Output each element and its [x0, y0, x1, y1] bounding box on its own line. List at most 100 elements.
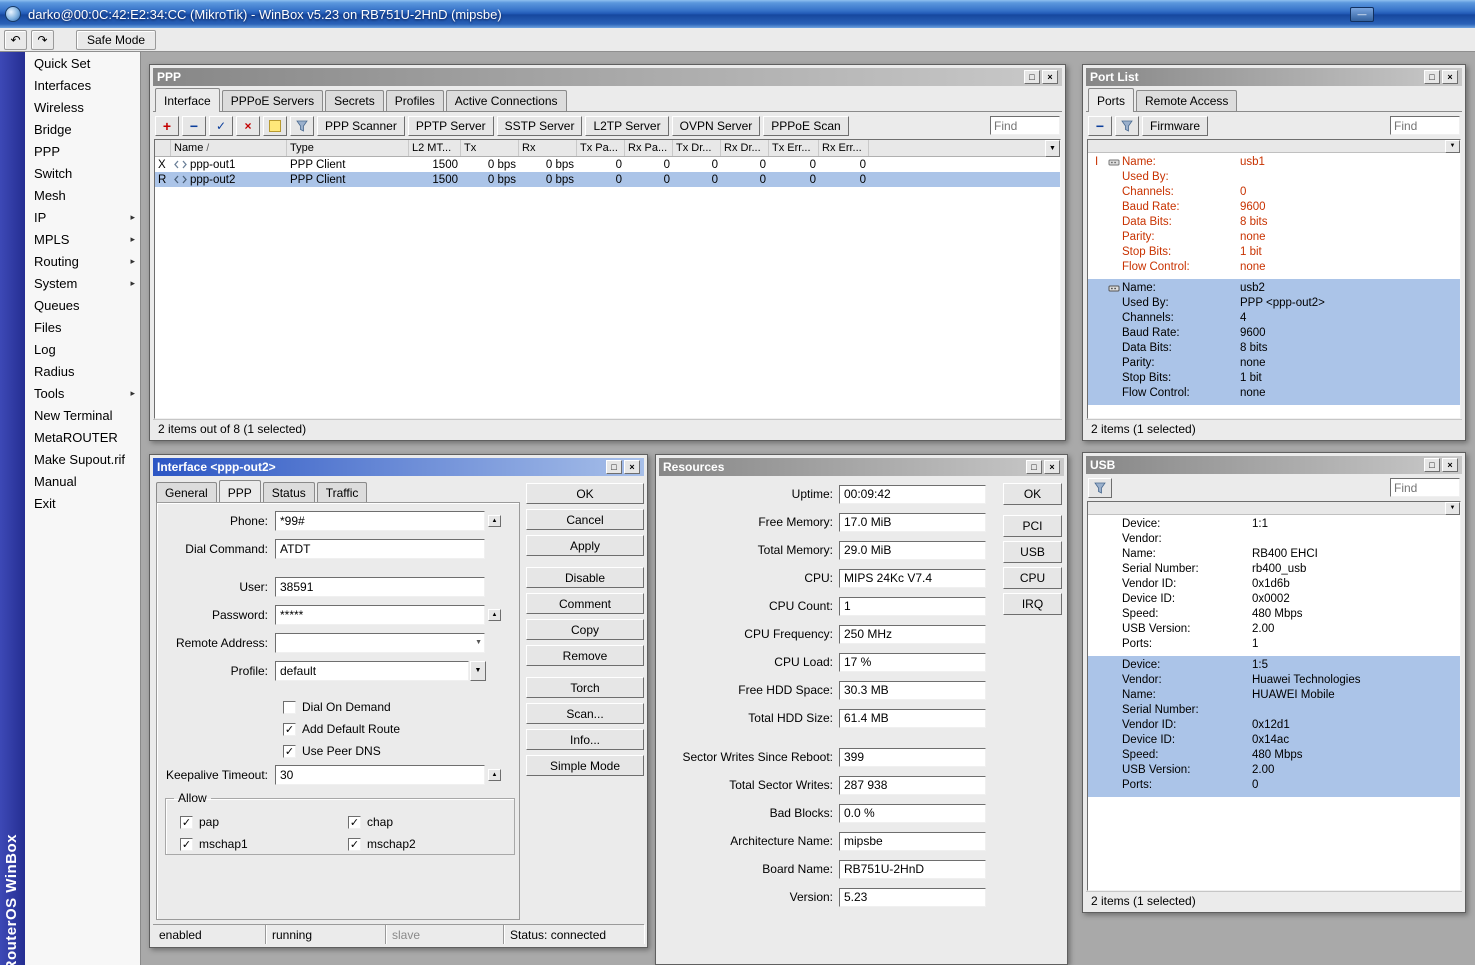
filter-button[interactable]: [1088, 478, 1112, 498]
comment-button[interactable]: Comment: [526, 593, 644, 614]
tab-profiles[interactable]: Profiles: [386, 90, 444, 111]
sidebar-item-routing[interactable]: Routing▸: [25, 250, 140, 272]
tab-secrets[interactable]: Secrets: [325, 90, 384, 111]
interface-dialog-titlebar[interactable]: Interface <ppp-out2> □ ×: [153, 458, 644, 476]
ppp-row-ppp-out2[interactable]: R ppp-out2 PPP Client 1500 0 bps 0 bps 0…: [155, 172, 1060, 187]
ppp-close-button[interactable]: ×: [1042, 70, 1058, 84]
port-item-usb1[interactable]: IName:usb1 Used By: Channels:0 Baud Rate…: [1088, 153, 1460, 279]
column-type[interactable]: Type: [287, 140, 409, 156]
port-list-maximize-button[interactable]: □: [1424, 70, 1440, 84]
safe-mode-button[interactable]: Safe Mode: [76, 30, 156, 50]
ppp-scanner-button[interactable]: PPP Scanner: [317, 116, 405, 136]
tab-general[interactable]: General: [156, 482, 217, 503]
remove-button[interactable]: Remove: [526, 645, 644, 666]
usb-titlebar[interactable]: USB □ ×: [1086, 456, 1462, 474]
sidebar-item-make-supout[interactable]: Make Supout.rif: [25, 448, 140, 470]
resources-close-button[interactable]: ×: [1044, 460, 1060, 474]
sidebar-item-queues[interactable]: Queues: [25, 294, 140, 316]
usb-maximize-button[interactable]: □: [1424, 458, 1440, 472]
cancel-button[interactable]: Cancel: [526, 509, 644, 530]
column-tx-packets[interactable]: Tx Pa...: [577, 140, 625, 156]
tab-traffic[interactable]: Traffic: [317, 482, 368, 503]
sidebar-item-files[interactable]: Files: [25, 316, 140, 338]
tab-ppp[interactable]: PPP: [219, 480, 261, 504]
phone-unset-button[interactable]: ▲: [488, 515, 501, 527]
sidebar-item-mpls[interactable]: MPLS▸: [25, 228, 140, 250]
add-button[interactable]: +: [155, 116, 179, 136]
ok-button[interactable]: OK: [1003, 483, 1062, 505]
sidebar-item-exit[interactable]: Exit: [25, 492, 140, 514]
password-unset-button[interactable]: ▲: [488, 609, 501, 621]
sidebar-item-bridge[interactable]: Bridge: [25, 118, 140, 140]
keepalive-input[interactable]: [275, 765, 485, 785]
pci-button[interactable]: PCI: [1003, 515, 1062, 537]
column-picker-button[interactable]: ▼: [1445, 502, 1460, 515]
port-list-titlebar[interactable]: Port List □ ×: [1086, 68, 1462, 86]
copy-button[interactable]: Copy: [526, 619, 644, 640]
simple-mode-button[interactable]: Simple Mode: [526, 755, 644, 776]
sidebar-item-tools[interactable]: Tools▸: [25, 382, 140, 404]
firmware-button[interactable]: Firmware: [1142, 116, 1208, 136]
undo-button[interactable]: ↶: [4, 30, 27, 50]
mschap1-checkbox[interactable]: ✓: [180, 838, 193, 851]
ovpn-server-button[interactable]: OVPN Server: [672, 116, 761, 136]
minimize-button[interactable]: —: [1350, 7, 1374, 22]
sidebar-item-mesh[interactable]: Mesh: [25, 184, 140, 206]
tab-active-connections[interactable]: Active Connections: [446, 90, 567, 111]
phone-input[interactable]: [275, 511, 485, 531]
cpu-button[interactable]: CPU: [1003, 567, 1062, 589]
l2tp-server-button[interactable]: L2TP Server: [585, 116, 668, 136]
sidebar-item-log[interactable]: Log: [25, 338, 140, 360]
port-list-close-button[interactable]: ×: [1442, 70, 1458, 84]
dial-command-input[interactable]: [275, 539, 485, 559]
column-rx[interactable]: Rx: [519, 140, 577, 156]
sidebar-item-radius[interactable]: Radius: [25, 360, 140, 382]
disable-button[interactable]: ×: [236, 116, 260, 136]
sidebar-item-metarouter[interactable]: MetaROUTER: [25, 426, 140, 448]
password-input[interactable]: [275, 605, 485, 625]
disable-button[interactable]: Disable: [526, 567, 644, 588]
column-name[interactable]: Name/: [171, 140, 287, 156]
filter-button[interactable]: [290, 116, 314, 136]
sidebar-item-system[interactable]: System▸: [25, 272, 140, 294]
column-flag[interactable]: [155, 140, 171, 156]
sidebar-item-interfaces[interactable]: Interfaces: [25, 74, 140, 96]
chap-checkbox[interactable]: ✓: [348, 816, 361, 829]
port-item-usb2[interactable]: Name:usb2 Used By:PPP <ppp-out2> Channel…: [1088, 279, 1460, 405]
column-tx-errors[interactable]: Tx Err...: [769, 140, 819, 156]
column-tx[interactable]: Tx: [461, 140, 519, 156]
ppp-window-titlebar[interactable]: PPP □ ×: [153, 68, 1062, 86]
filter-button[interactable]: [1115, 116, 1139, 136]
usb-close-button[interactable]: ×: [1442, 458, 1458, 472]
comment-button[interactable]: [263, 116, 287, 136]
column-picker-button[interactable]: ▼: [1445, 140, 1460, 153]
pptp-server-button[interactable]: PPTP Server: [408, 116, 494, 136]
usb-button[interactable]: USB: [1003, 541, 1062, 563]
profile-dropdown-button[interactable]: ▼: [470, 661, 486, 681]
interface-maximize-button[interactable]: □: [606, 460, 622, 474]
tab-ports[interactable]: Ports: [1088, 88, 1134, 112]
column-l2mtu[interactable]: L2 MT...: [409, 140, 461, 156]
profile-input[interactable]: [275, 661, 469, 681]
sidebar-item-new-terminal[interactable]: New Terminal: [25, 404, 140, 426]
resources-titlebar[interactable]: Resources □ ×: [659, 458, 1064, 476]
resources-maximize-button[interactable]: □: [1026, 460, 1042, 474]
usb-device-1-1[interactable]: Device:1:1 Vendor: Name:RB400 EHCI Seria…: [1088, 515, 1460, 656]
torch-button[interactable]: Torch: [526, 677, 644, 698]
redo-button[interactable]: ↷: [31, 30, 54, 50]
info-button[interactable]: Info...: [526, 729, 644, 750]
mschap2-checkbox[interactable]: ✓: [348, 838, 361, 851]
user-input[interactable]: [275, 577, 485, 597]
keepalive-spin-up[interactable]: ▲: [488, 769, 501, 781]
app-titlebar[interactable]: darko@00:0C:42:E2:34:CC (MikroTik) - Win…: [0, 0, 1475, 28]
sidebar-item-switch[interactable]: Switch: [25, 162, 140, 184]
remove-button[interactable]: −: [1088, 116, 1112, 136]
add-default-route-checkbox[interactable]: ✓: [283, 723, 296, 736]
sidebar-item-quick-set[interactable]: Quick Set: [25, 52, 140, 74]
column-picker-button[interactable]: ▼: [1045, 140, 1060, 157]
sidebar-item-ppp[interactable]: PPP: [25, 140, 140, 162]
ppp-find-input[interactable]: [990, 116, 1060, 135]
remote-address-dropdown-icon[interactable]: ▼: [475, 639, 482, 646]
port-list-find-input[interactable]: [1390, 116, 1460, 135]
pap-checkbox[interactable]: ✓: [180, 816, 193, 829]
